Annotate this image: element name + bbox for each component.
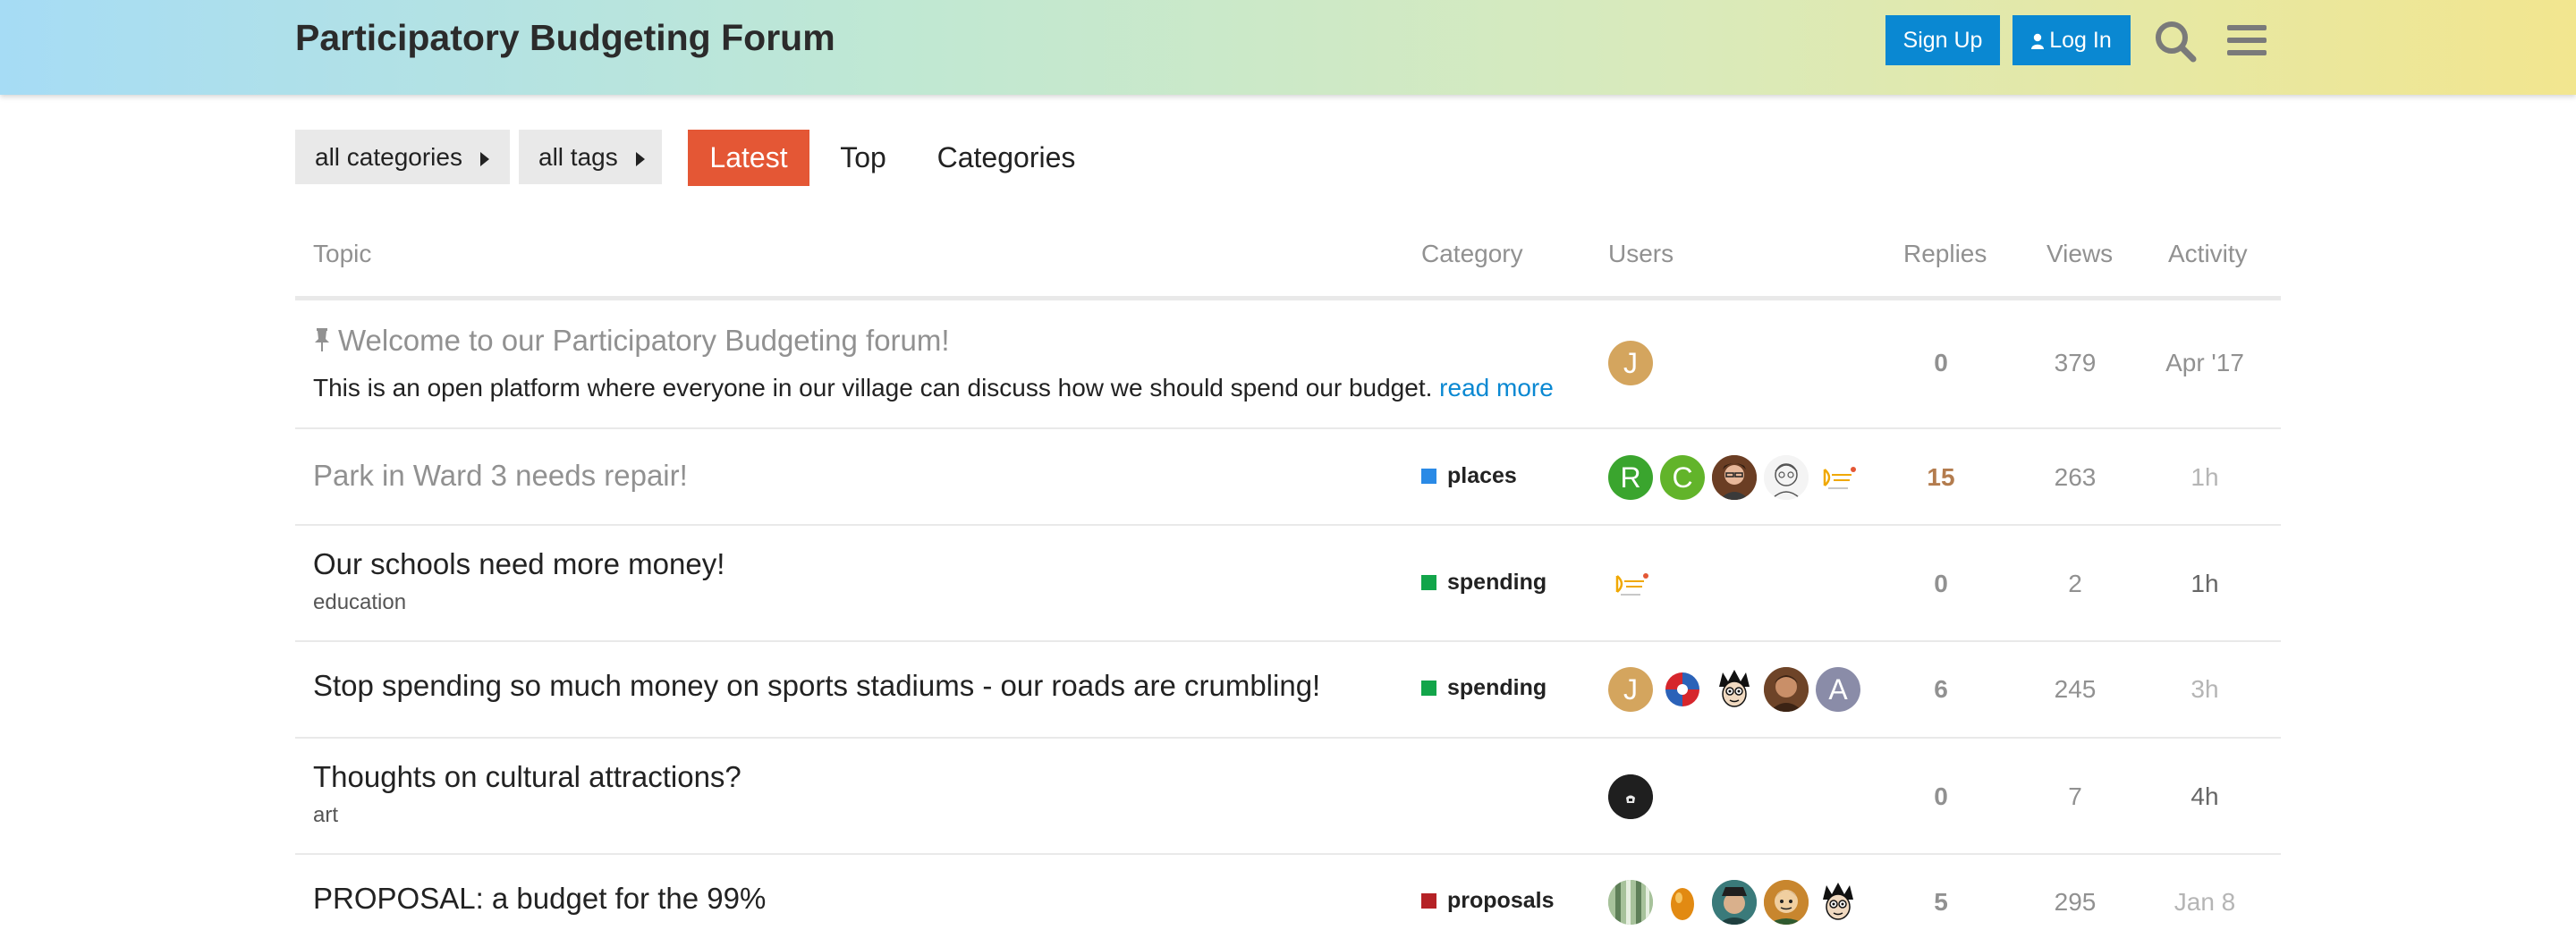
user-avatar-photo[interactable] [1712, 880, 1757, 925]
replies-count: 0 [1934, 782, 1948, 810]
search-icon[interactable] [2148, 13, 2204, 68]
replies-count: 5 [1934, 888, 1948, 916]
views-count: 263 [2054, 463, 2097, 491]
user-avatar-cartoon[interactable] [1816, 880, 1860, 925]
caret-right-icon [635, 151, 645, 166]
category-color-square [1421, 469, 1436, 484]
activity-time[interactable]: Jan 8 [2156, 888, 2254, 917]
read-more-link[interactable]: read more [1439, 374, 1554, 402]
log-in-button[interactable]: Log In [2012, 15, 2131, 65]
tab-top[interactable]: Top [823, 130, 903, 186]
user-avatar-photo[interactable] [1764, 667, 1809, 712]
topic-row: Welcome to our Participatory Budgeting f… [295, 300, 2281, 429]
views-count: 245 [2054, 675, 2097, 703]
category-name: proposals [1447, 888, 1555, 913]
topic-title-link[interactable]: Stop spending so much money on sports st… [313, 669, 1320, 703]
category-name: places [1447, 463, 1517, 488]
replies-count: 0 [1934, 570, 1948, 597]
topic-row: Thoughts on cultural attractions? art 0 … [295, 739, 2281, 855]
column-header-category: Category [1421, 240, 1523, 267]
replies-count: 6 [1934, 675, 1948, 703]
tags-dropdown[interactable]: all tags [519, 130, 662, 184]
log-in-label: Log In [2049, 28, 2112, 53]
category-badge[interactable]: places [1421, 463, 1517, 489]
category-color-square [1421, 575, 1436, 590]
column-header-replies[interactable]: Replies [1903, 240, 1987, 268]
user-avatar[interactable]: J [1608, 341, 1653, 385]
user-avatar[interactable]: C [1660, 455, 1705, 500]
sign-up-button[interactable]: Sign Up [1885, 15, 2000, 65]
user-avatar-logo[interactable] [1660, 667, 1705, 712]
user-avatar-cartoon[interactable] [1764, 880, 1809, 925]
user-avatar-photo[interactable] [1712, 455, 1757, 500]
column-header-activity[interactable]: Activity [2168, 240, 2248, 268]
user-icon [2031, 16, 2045, 66]
user-avatar-egg[interactable] [1660, 880, 1705, 925]
topic-title-link[interactable]: Our schools need more money! [313, 547, 724, 581]
replies-count: 0 [1934, 349, 1948, 376]
activity-time[interactable]: 1h [2156, 570, 2254, 598]
category-name: spending [1447, 570, 1547, 595]
column-header-views[interactable]: Views [2046, 240, 2113, 268]
caret-right-icon [479, 151, 489, 166]
topic-tag[interactable]: art [313, 803, 338, 828]
user-avatar[interactable]: A [1816, 667, 1860, 712]
tab-categories[interactable]: Categories [921, 130, 1091, 186]
topic-title-text: Welcome to our Participatory Budgeting f… [338, 324, 950, 357]
topic-row: Our schools need more money! education s… [295, 526, 2281, 642]
hamburger-menu-icon[interactable] [2220, 13, 2275, 68]
category-name: spending [1447, 675, 1547, 700]
topic-row: PROPOSAL: a budget for the 99% proposals… [295, 855, 2281, 930]
views-count: 379 [2054, 349, 2097, 376]
user-avatar[interactable]: R [1608, 455, 1653, 500]
column-header-topic: Topic [313, 240, 372, 267]
views-count: 295 [2054, 888, 2097, 916]
replies-count: 15 [1927, 463, 1955, 491]
activity-time[interactable]: 4h [2156, 782, 2254, 811]
user-avatar-logo[interactable] [1816, 455, 1860, 500]
pin-icon [313, 326, 331, 351]
user-avatar[interactable]: J [1608, 667, 1653, 712]
topic-row: Park in Ward 3 needs repair! places R C … [295, 429, 2281, 526]
column-header-users: Users [1608, 240, 1674, 267]
topic-excerpt-text: This is an open platform where everyone … [313, 374, 1433, 402]
activity-time[interactable]: Apr '17 [2156, 349, 2254, 377]
views-count: 7 [2068, 782, 2082, 810]
activity-time[interactable]: 1h [2156, 463, 2254, 492]
categories-dropdown[interactable]: all categories [295, 130, 510, 184]
user-avatar-photo[interactable] [1608, 880, 1653, 925]
category-badge[interactable]: spending [1421, 675, 1546, 701]
user-avatar-sketch[interactable] [1764, 455, 1809, 500]
categories-dropdown-label: all categories [315, 143, 462, 171]
category-color-square [1421, 681, 1436, 696]
topic-title-link[interactable]: Thoughts on cultural attractions? [313, 760, 741, 794]
category-color-square [1421, 893, 1436, 909]
category-badge[interactable]: proposals [1421, 888, 1554, 914]
topic-tag[interactable]: education [313, 590, 406, 615]
topic-title-link[interactable]: Welcome to our Participatory Budgeting f… [313, 324, 950, 358]
category-badge[interactable]: spending [1421, 570, 1546, 596]
activity-time[interactable]: 3h [2156, 675, 2254, 704]
topic-title-link[interactable]: PROPOSAL: a budget for the 99% [313, 882, 766, 916]
views-count: 2 [2068, 570, 2082, 597]
topic-title-link[interactable]: Park in Ward 3 needs repair! [313, 459, 688, 493]
topic-excerpt: This is an open platform where everyone … [313, 374, 1554, 402]
site-title[interactable]: Participatory Budgeting Forum [295, 13, 835, 63]
topic-row: Stop spending so much money on sports st… [295, 642, 2281, 739]
user-avatar-logo[interactable] [1608, 562, 1653, 606]
tab-latest[interactable]: Latest [688, 130, 809, 186]
tags-dropdown-label: all tags [538, 143, 618, 171]
site-header: Participatory Budgeting Forum Sign Up Lo… [0, 0, 2576, 95]
user-avatar-cartoon[interactable] [1712, 667, 1757, 712]
user-avatar-dark[interactable] [1608, 774, 1653, 819]
